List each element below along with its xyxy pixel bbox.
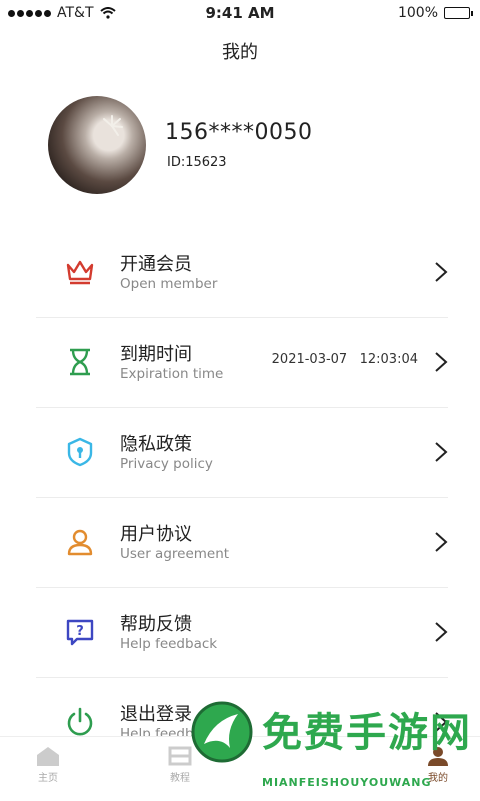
expiration-value: 2021-03-07 12:03:04 bbox=[271, 352, 418, 367]
hair-clip-graphic bbox=[103, 115, 123, 136]
menu-item-subtitle: Privacy policy bbox=[120, 456, 213, 472]
svg-text:?: ? bbox=[76, 624, 84, 639]
settings-menu: 开通会员 Open member 到期时间 Expiration time 20… bbox=[36, 228, 448, 767]
menu-item-user-agreement[interactable]: 用户协议 User agreement bbox=[36, 498, 448, 588]
menu-item-title: 退出登录 bbox=[120, 704, 192, 725]
tab-label: 主页 bbox=[38, 773, 58, 784]
chevron-right-icon bbox=[435, 442, 448, 462]
menu-item-title: 帮助反馈 bbox=[120, 614, 192, 635]
status-bar: AT&T 9:41 AM 100% bbox=[0, 0, 480, 28]
avatar[interactable] bbox=[48, 96, 146, 194]
power-icon bbox=[67, 707, 93, 736]
user-icon bbox=[67, 529, 93, 556]
menu-item-open-member[interactable]: 开通会员 Open member bbox=[36, 228, 448, 318]
chevron-right-icon bbox=[435, 262, 448, 282]
menu-item-title: 用户协议 bbox=[120, 524, 192, 545]
crown-icon bbox=[66, 260, 94, 285]
profile-phone: 156****0050 bbox=[165, 120, 313, 145]
chevron-right-icon bbox=[435, 622, 448, 642]
menu-item-title: 隐私政策 bbox=[120, 434, 192, 455]
chevron-right-icon bbox=[435, 352, 448, 372]
menu-item-subtitle: Help feedback bbox=[120, 636, 218, 652]
status-right: 100% bbox=[397, 5, 473, 21]
menu-item-help-feedback[interactable]: ? 帮助反馈 Help feedback bbox=[36, 588, 448, 678]
help-icon: ? bbox=[66, 619, 94, 646]
menu-item-expiration-time[interactable]: 到期时间 Expiration time 2021-03-07 12:03:04 bbox=[36, 318, 448, 408]
watermark-domain: MIANFEISHOUYOUWANG bbox=[262, 776, 432, 789]
watermark: 免费手游网 MIANFEISHOUYOUWANG bbox=[190, 700, 480, 800]
menu-item-subtitle: Open member bbox=[120, 276, 218, 292]
menu-item-title: 到期时间 bbox=[120, 344, 192, 365]
watermark-logo-icon bbox=[191, 701, 253, 763]
menu-item-title: 开通会员 bbox=[120, 254, 192, 275]
menu-item-privacy-policy[interactable]: 隐私政策 Privacy policy bbox=[36, 408, 448, 498]
menu-item-subtitle: Expiration time bbox=[120, 366, 224, 382]
watermark-text: 免费手游网 bbox=[262, 709, 472, 756]
page-title: 我的 bbox=[222, 42, 258, 63]
profile-id: ID:15623 bbox=[167, 155, 227, 170]
home-icon bbox=[37, 747, 59, 766]
battery-percent: 100% bbox=[397, 5, 438, 21]
hourglass-icon bbox=[70, 348, 90, 376]
battery-icon bbox=[444, 7, 473, 19]
menu-item-subtitle: User agreement bbox=[120, 546, 230, 562]
tab-home[interactable]: 主页 bbox=[8, 745, 88, 784]
chevron-right-icon bbox=[435, 532, 448, 552]
shield-icon bbox=[67, 437, 93, 467]
